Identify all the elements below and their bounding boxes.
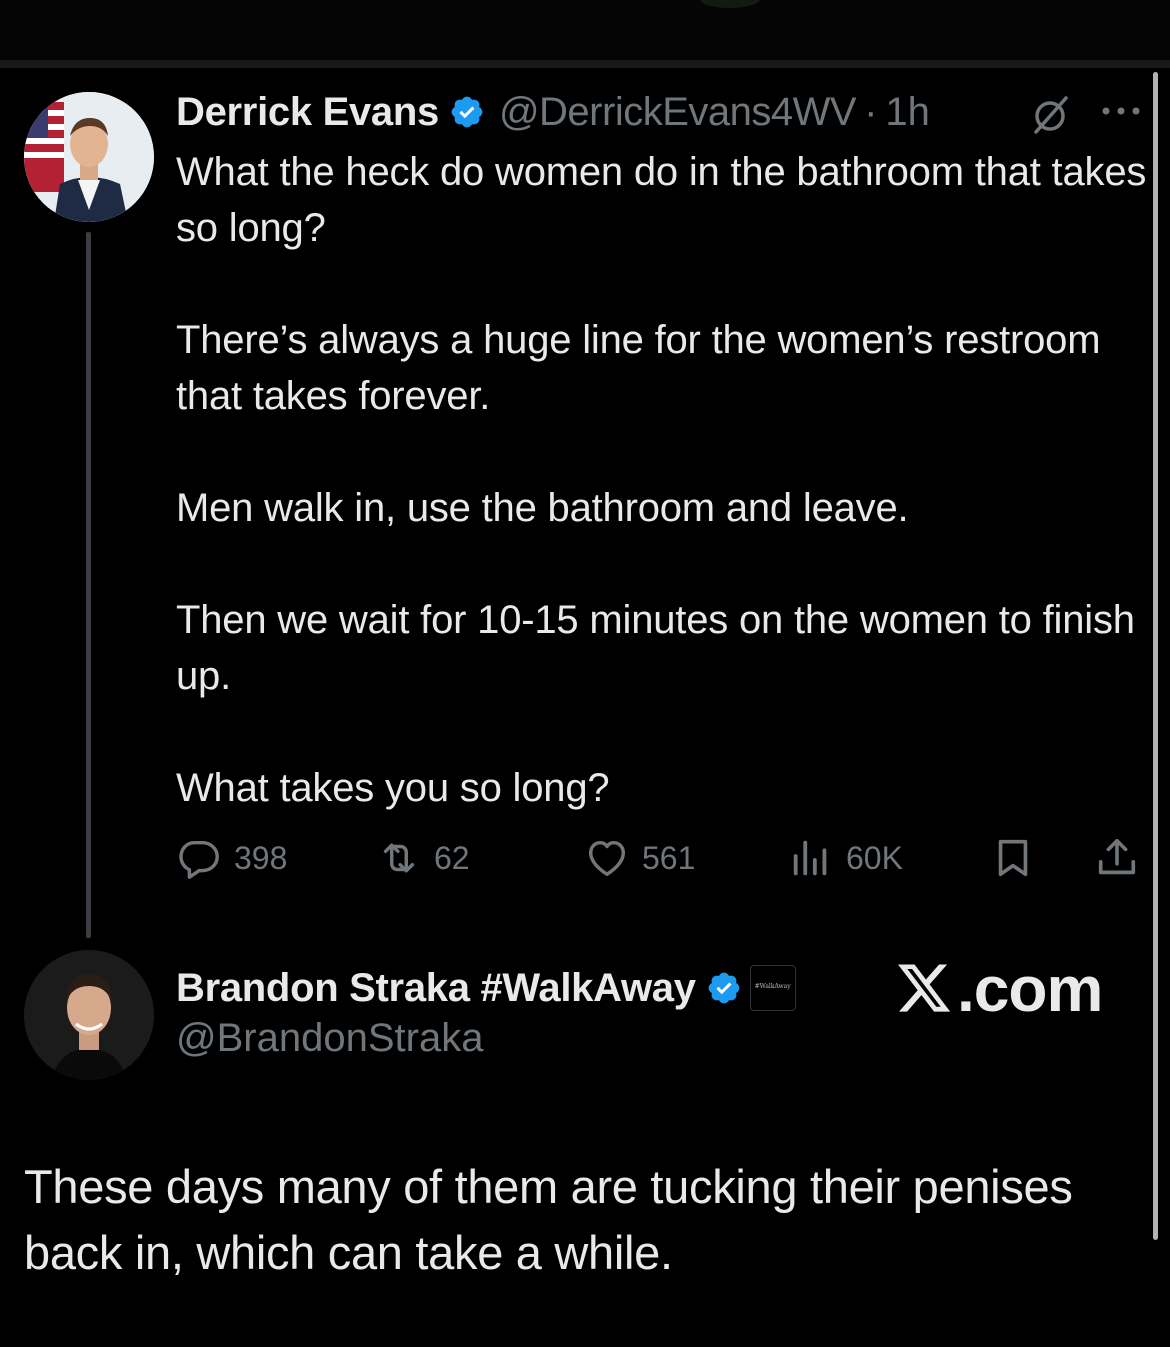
tweet-paragraph: What takes you so long? bbox=[176, 766, 610, 810]
affiliate-badge-text: #WalkAway bbox=[754, 983, 791, 990]
like-icon bbox=[588, 840, 626, 877]
x-logo-icon bbox=[898, 964, 951, 1012]
author-avatar-image bbox=[24, 92, 154, 222]
reply-avatar-image bbox=[24, 950, 154, 1080]
author-name[interactable]: Derrick Evans bbox=[176, 90, 439, 135]
reply-icon bbox=[179, 840, 219, 879]
watermark-domain: .com bbox=[957, 953, 1103, 1025]
reply-text: These days many of them are tucking thei… bbox=[24, 1160, 1073, 1279]
repost-icon bbox=[383, 843, 415, 873]
affiliate-badge[interactable]: #WalkAway bbox=[749, 965, 796, 1011]
reply-count: 398 bbox=[234, 839, 288, 876]
like-button[interactable]: 561 bbox=[584, 832, 695, 884]
reply-header: Brandon Straka #WalkAway #WalkAway bbox=[176, 960, 796, 1016]
tweet-paragraph: Men walk in, use the bathroom and leave. bbox=[176, 486, 909, 530]
author-avatar[interactable] bbox=[24, 92, 154, 222]
reply-author-avatar[interactable] bbox=[24, 950, 154, 1080]
tweet-time[interactable]: 1h bbox=[885, 90, 930, 135]
verified-badge-icon bbox=[451, 96, 483, 128]
separator-dot: · bbox=[864, 89, 878, 134]
verified-badge-icon bbox=[708, 972, 740, 1004]
tweet-text: What the heck do women do in the bathroo… bbox=[176, 144, 1151, 816]
bookmark-button[interactable] bbox=[990, 832, 1036, 884]
repost-count: 62 bbox=[434, 839, 470, 876]
more-icon[interactable] bbox=[1100, 104, 1142, 118]
views-icon bbox=[793, 840, 827, 876]
share-icon bbox=[1098, 838, 1136, 875]
tweet-paragraph: There’s always a huge line for the women… bbox=[176, 318, 1101, 418]
thread-line bbox=[86, 232, 91, 938]
bookmark-icon bbox=[998, 839, 1028, 877]
share-button[interactable] bbox=[1094, 832, 1140, 884]
top-bar bbox=[0, 0, 1170, 62]
reply-author-name[interactable]: Brandon Straka #WalkAway bbox=[176, 966, 696, 1011]
tweet-actions: 398 62 561 60K bbox=[176, 832, 1146, 884]
repost-button[interactable]: 62 bbox=[376, 832, 470, 884]
tweet-header: Derrick Evans @DerrickEvans4WV · 1h bbox=[176, 84, 930, 140]
x-com-watermark: .com bbox=[895, 952, 1103, 1032]
reply-button[interactable]: 398 bbox=[176, 832, 287, 884]
tweet-paragraph: Then we wait for 10-15 minutes on the wo… bbox=[176, 598, 1135, 698]
section-divider bbox=[0, 60, 1170, 68]
tweet-paragraph: What the heck do women do in the bathroo… bbox=[176, 150, 1147, 250]
like-count: 561 bbox=[642, 839, 696, 876]
reply-author-handle[interactable]: @BrandonStraka bbox=[176, 1016, 483, 1061]
scrollbar[interactable] bbox=[1153, 72, 1158, 1240]
author-handle[interactable]: @DerrickEvans4WV bbox=[499, 90, 857, 135]
views-count: 60K bbox=[846, 839, 903, 876]
views-button[interactable]: 60K bbox=[788, 832, 903, 884]
grok-icon[interactable] bbox=[1028, 92, 1072, 136]
